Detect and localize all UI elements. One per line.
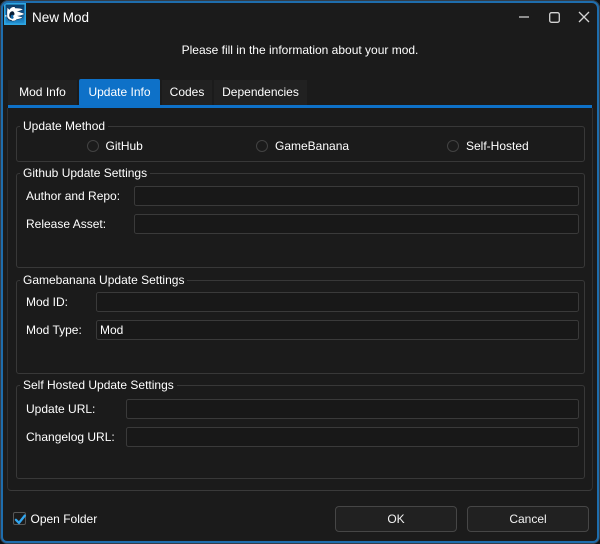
author-repo-input[interactable]	[134, 186, 579, 206]
maximize-button[interactable]	[539, 2, 569, 32]
radio-gamebanana-circle[interactable]	[256, 140, 268, 152]
radio-self-hosted-circle[interactable]	[447, 140, 459, 152]
github-settings-legend: Github Update Settings	[20, 166, 150, 181]
open-folder-checkbox[interactable]: Open Folder	[13, 512, 98, 526]
open-folder-label: Open Folder	[31, 512, 98, 526]
tab-dependencies[interactable]: Dependencies	[214, 80, 307, 105]
radio-github[interactable]: GitHub	[87, 139, 143, 153]
mod-id-label: Mod ID:	[26, 292, 68, 313]
app-icon	[4, 3, 26, 25]
github-settings-group: Github Update Settings Author and Repo: …	[16, 173, 585, 268]
mod-type-label: Mod Type:	[26, 320, 82, 341]
radio-gamebanana-label: GameBanana	[275, 139, 349, 153]
minimize-button[interactable]	[509, 2, 539, 32]
tab-codes[interactable]: Codes	[162, 80, 212, 105]
mod-id-input[interactable]	[96, 292, 579, 312]
self-hosted-settings-group: Self Hosted Update Settings Update URL: …	[16, 385, 585, 479]
tab-mod-info[interactable]: Mod Info	[8, 80, 77, 105]
close-icon	[578, 11, 590, 23]
radio-github-circle[interactable]	[87, 140, 99, 152]
gamebanana-settings-group: Gamebanana Update Settings Mod ID: Mod T…	[16, 280, 585, 374]
radio-gamebanana[interactable]: GameBanana	[256, 139, 349, 153]
release-asset-input[interactable]	[134, 214, 579, 234]
close-button[interactable]	[569, 2, 599, 32]
open-folder-checkbox-box[interactable]	[13, 512, 26, 525]
self-hosted-settings-legend: Self Hosted Update Settings	[20, 378, 177, 393]
update-method-group: Update Method GitHub GameBanana Self-Hos…	[16, 126, 585, 162]
dialog-subtitle: Please fill in the information about you…	[2, 43, 598, 57]
tab-bar: Mod Info Update Info Codes Dependencies	[8, 79, 309, 105]
update-info-panel: Update Method GitHub GameBanana Self-Hos…	[7, 108, 593, 492]
author-repo-label: Author and Repo:	[26, 186, 120, 207]
mod-type-input[interactable]	[96, 320, 579, 340]
footer: Open Folder OK Cancel	[2, 495, 598, 542]
new-mod-dialog: New Mod Please fill in the information a…	[0, 0, 600, 544]
ok-button[interactable]: OK	[335, 506, 457, 532]
cancel-button[interactable]: Cancel	[467, 506, 589, 532]
update-url-input[interactable]	[126, 399, 579, 419]
update-method-legend: Update Method	[20, 119, 108, 134]
check-icon	[14, 513, 27, 526]
window-title: New Mod	[32, 10, 89, 25]
minimize-icon	[519, 12, 529, 22]
radio-self-hosted-label: Self-Hosted	[466, 139, 529, 153]
radio-self-hosted[interactable]: Self-Hosted	[447, 139, 529, 153]
tab-update-info[interactable]: Update Info	[79, 79, 160, 105]
titlebar: New Mod	[2, 2, 598, 36]
maximize-icon	[549, 12, 560, 23]
changelog-url-input[interactable]	[126, 427, 579, 447]
gamebanana-settings-legend: Gamebanana Update Settings	[20, 273, 187, 288]
release-asset-label: Release Asset:	[26, 214, 106, 235]
radio-github-label: GitHub	[106, 139, 143, 153]
changelog-url-label: Changelog URL:	[26, 427, 115, 448]
update-url-label: Update URL:	[26, 399, 95, 420]
